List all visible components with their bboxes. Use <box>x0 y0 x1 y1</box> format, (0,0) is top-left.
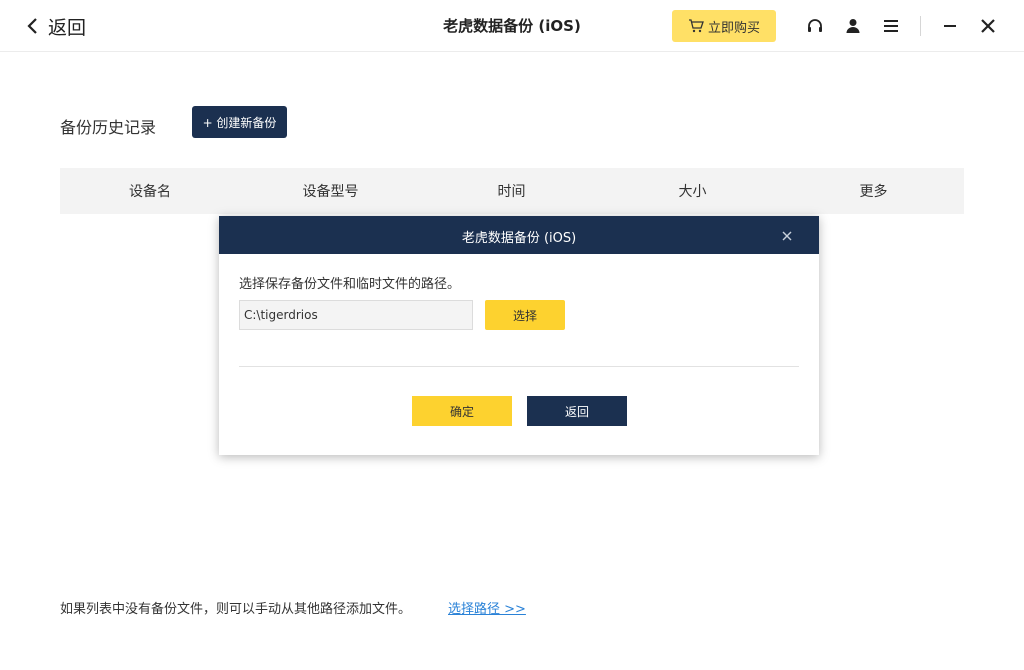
title-bar: 返回 老虎数据备份 (iOS) 立即购买 <box>0 0 1024 52</box>
cart-icon <box>688 19 704 33</box>
dialog-header: 老虎数据备份 (iOS) <box>219 216 819 254</box>
menu-button[interactable] <box>879 14 903 38</box>
titlebar-divider <box>920 16 921 36</box>
back-label: 返回 <box>48 16 87 39</box>
close-icon <box>782 231 792 241</box>
confirm-button[interactable]: 确定 <box>412 396 512 426</box>
choose-path-link[interactable]: 选择路径 >> <box>448 598 526 617</box>
account-button[interactable] <box>841 14 865 38</box>
dialog-back-button[interactable]: 返回 <box>527 396 627 426</box>
back-button[interactable]: 返回 <box>26 12 86 40</box>
table-header: 设备名 设备型号 时间 大小 更多 <box>60 168 964 214</box>
column-device-name[interactable]: 设备名 <box>60 181 240 201</box>
footer-note: 如果列表中没有备份文件，则可以手动从其他路径添加文件。 <box>60 602 412 617</box>
chevron-left-icon <box>27 18 37 34</box>
minimize-icon <box>944 25 956 27</box>
support-button[interactable] <box>803 14 827 38</box>
path-input[interactable] <box>239 300 473 330</box>
dialog-prompt: 选择保存备份文件和临时文件的路径。 <box>239 277 461 292</box>
choose-folder-button[interactable]: 选择 <box>485 300 565 330</box>
column-size[interactable]: 大小 <box>602 181 783 201</box>
column-more[interactable]: 更多 <box>783 181 964 201</box>
close-window-button[interactable] <box>976 14 1000 38</box>
path-dialog: 老虎数据备份 (iOS) 选择保存备份文件和临时文件的路径。 选择 确定 返回 <box>219 216 819 455</box>
column-time[interactable]: 时间 <box>421 181 602 201</box>
buy-now-button[interactable]: 立即购买 <box>672 10 776 42</box>
buy-now-label: 立即购买 <box>707 20 760 36</box>
create-backup-button[interactable]: + 创建新备份 <box>192 106 287 138</box>
backup-history-title: 备份历史记录 <box>60 118 157 137</box>
minimize-button[interactable] <box>938 14 962 38</box>
app-title: 老虎数据备份 (iOS) <box>443 17 581 35</box>
user-icon <box>846 19 860 33</box>
dialog-divider <box>239 366 799 367</box>
dialog-title: 老虎数据备份 (iOS) <box>461 231 577 246</box>
close-icon <box>981 19 995 33</box>
column-device-model[interactable]: 设备型号 <box>240 181 421 201</box>
menu-icon <box>884 20 898 32</box>
dialog-close-button[interactable] <box>781 227 797 243</box>
headset-icon <box>808 19 822 32</box>
